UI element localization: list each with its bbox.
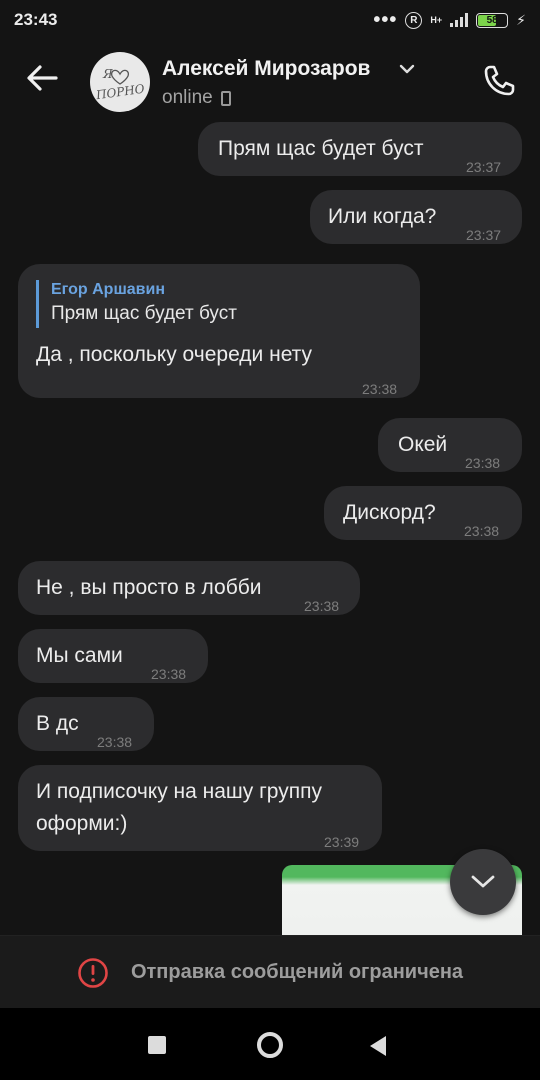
avatar-text-2: ПОРНО [94,82,145,103]
message-bubble-incoming-reply[interactable]: Егор Аршавин Прям щас будет буст Да , по… [18,264,420,398]
message-bubble-outgoing[interactable]: Прям щас будет буст 23:37 [198,122,522,176]
message-time: 23:38 [151,666,187,682]
message-bubble-incoming[interactable]: Мы сами 23:38 [18,629,208,683]
warning-circle-icon [78,957,108,988]
message-time: 23:38 [465,455,501,471]
message-time: 23:38 [464,523,500,539]
message-time: 23:38 [304,598,340,614]
phone-icon [484,65,515,96]
avatar-drawing: Я ПОРНО [94,67,145,103]
avatar[interactable]: Я ПОРНО [90,52,150,112]
presence-status: online [162,87,231,109]
home-button[interactable] [257,1032,283,1058]
system-back-button[interactable] [370,1036,386,1056]
message-time: 23:38 [362,381,398,397]
message-text: Не , вы просто в лобби [36,576,262,599]
clock: 23:43 [14,10,58,29]
chat-header: Я ПОРНО Алексей Мирозаров online [0,40,540,120]
message-text: Окей [398,433,448,456]
message-bubble-outgoing[interactable]: Дискорд? 23:38 [324,486,522,540]
reply-author: Егор Аршавин [51,281,166,298]
chevron-down-icon[interactable] [398,62,416,76]
reply-quote[interactable]: Егор Аршавин Прям щас будет буст [36,280,237,328]
battery-level: 58 [486,14,498,26]
reply-text: Прям щас будет буст [51,303,237,324]
arrow-left-icon [27,65,58,91]
registered-icon: R [405,11,423,29]
battery-icon: 58 [476,12,509,28]
message-text-line-2: оформи:) [36,812,128,835]
message-time: 23:38 [97,734,133,750]
chevron-down-icon [471,875,495,888]
message-text: Дискорд? [343,501,436,524]
recent-apps-button[interactable] [148,1036,166,1054]
message-time: 23:39 [324,834,360,850]
system-navigation-bar [0,1008,540,1080]
message-text: Прям щас будет буст [218,137,424,160]
status-icons: ••• R H+ 58 ⚡ [373,9,526,31]
back-button[interactable] [22,58,62,98]
message-text-line-1: И подписочку на нашу группу [36,780,322,803]
message-bubble-incoming[interactable]: В дс 23:38 [18,697,154,751]
message-text: Да , поскольку очереди нету [36,343,313,366]
message-text: Мы сами [36,644,123,667]
message-bubble-incoming[interactable]: Не , вы просто в лобби 23:38 [18,561,360,615]
scroll-down-button[interactable] [450,849,516,915]
restriction-text: Отправка сообщений ограничена [130,961,464,983]
message-time: 23:37 [466,227,502,243]
message-text: В дс [36,712,79,735]
message-bubble-outgoing[interactable]: Окей 23:38 [378,418,522,472]
status-bar: 23:43 ••• R H+ 58 ⚡ [0,0,540,40]
avatar-text-1: Я [102,67,113,81]
signal-icon [450,13,469,27]
contact-name[interactable]: Алексей Мирозаров [162,57,370,81]
messaging-restricted-banner: Отправка сообщений ограничена [0,935,540,1009]
call-button[interactable] [480,60,520,100]
message-bubble-incoming[interactable]: И подписочку на нашу группу оформи:) 23:… [18,765,382,851]
mobile-device-icon [220,90,231,106]
presence-text: online [162,87,213,108]
message-text: Или когда? [328,205,437,228]
message-time: 23:37 [466,159,502,175]
charging-icon: ⚡ [516,11,526,28]
message-list[interactable]: Прям щас будет буст 23:37 Или когда? 23:… [0,120,540,935]
more-dots-icon: ••• [373,9,398,31]
network-type: H+ [430,15,443,25]
message-bubble-outgoing[interactable]: Или когда? 23:37 [310,190,522,244]
